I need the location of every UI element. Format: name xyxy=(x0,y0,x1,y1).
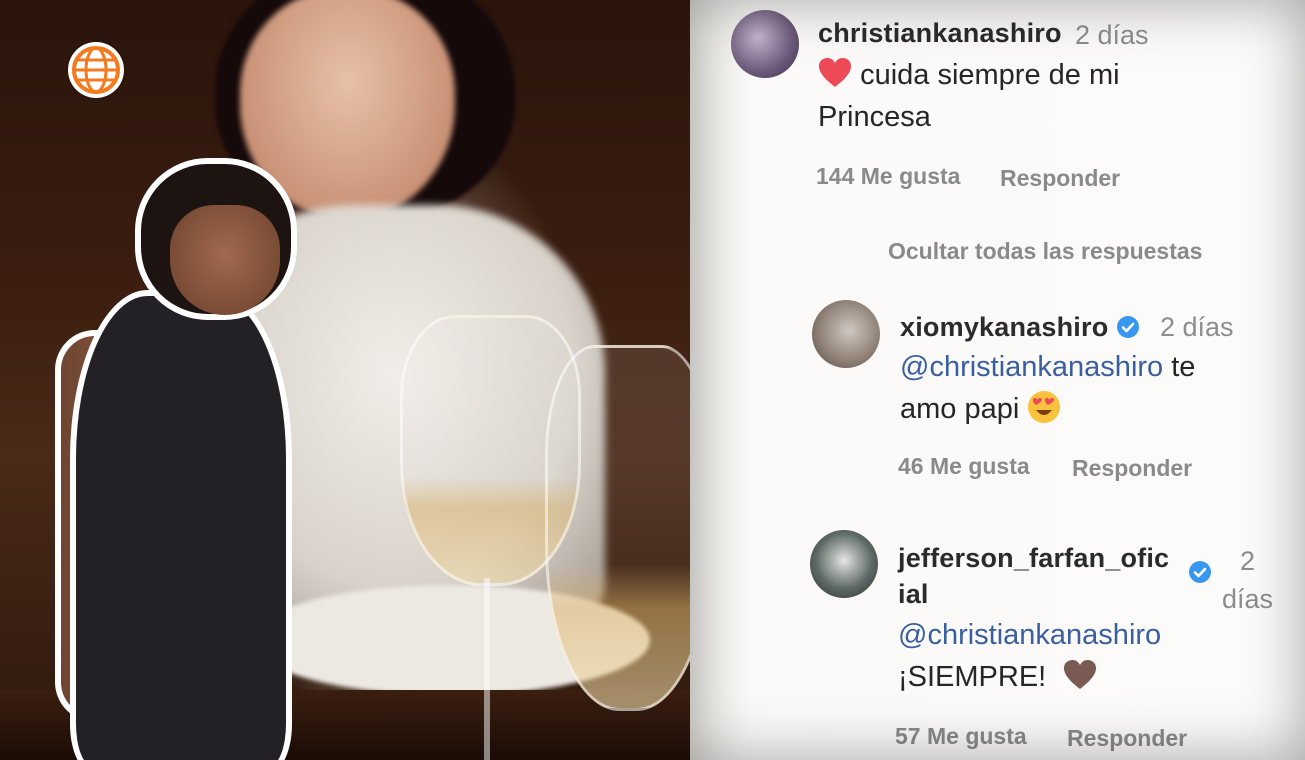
like-count[interactable]: 46 Me gusta xyxy=(898,453,1030,480)
avatar[interactable] xyxy=(812,300,880,368)
reply-time: 2 días xyxy=(1222,542,1273,618)
reply-time-line1: 2 xyxy=(1240,546,1256,576)
reply-username-line1[interactable]: jefferson_farfan_ofic xyxy=(898,543,1169,573)
reply-time: 2 días xyxy=(1160,312,1234,342)
comments-panel: christiankanashiro 2 días cuida siempre … xyxy=(690,0,1305,760)
reply-text: @christiankanashiro ¡SIEMPRE! xyxy=(898,614,1161,698)
reply-button[interactable]: Responder xyxy=(1000,165,1120,192)
man-face xyxy=(170,205,280,315)
like-count[interactable]: 57 Me gusta xyxy=(895,723,1027,750)
reply-text: @christiankanashiro te amo papi xyxy=(900,346,1195,430)
reply-username[interactable]: xiomykanashiro xyxy=(900,312,1140,343)
comment-time: 2 días xyxy=(1075,20,1149,50)
verified-badge-icon xyxy=(1189,561,1211,583)
comment-text-line2: Princesa xyxy=(818,101,931,133)
brown-heart-icon xyxy=(1064,660,1097,689)
verified-badge-icon xyxy=(1117,316,1140,338)
mention-link[interactable]: @christiankanashiro xyxy=(898,619,1161,651)
comment-username[interactable]: christiankanashiro xyxy=(818,18,1062,49)
reply-button[interactable]: Responder xyxy=(1072,455,1192,482)
reply-username-line2[interactable]: ial xyxy=(898,579,929,609)
like-count[interactable]: 144 Me gusta xyxy=(816,163,960,190)
wine-glass xyxy=(545,345,700,711)
heart-eyes-emoji-icon xyxy=(1028,391,1061,423)
background-photo xyxy=(0,0,700,760)
comment-text-line1: cuida siempre de mi xyxy=(860,59,1120,91)
reply-text-line2: amo papi xyxy=(900,393,1020,425)
wine-glass-stem xyxy=(484,578,490,760)
reply-button[interactable]: Responder xyxy=(1067,725,1187,752)
reply-text-after-mention: te xyxy=(1171,351,1196,383)
reply-username[interactable]: jefferson_farfan_ofic ial xyxy=(898,540,1208,612)
reply-time-line2: días xyxy=(1222,584,1274,614)
avatar[interactable] xyxy=(731,10,799,78)
hide-replies-button[interactable]: Ocultar todas las respuestas xyxy=(888,238,1202,265)
man-torso xyxy=(70,290,292,760)
mention-link[interactable]: @christiankanashiro xyxy=(900,351,1163,383)
man-cutout xyxy=(40,150,310,760)
red-heart-icon xyxy=(819,58,851,87)
comment-text: cuida siempre de mi Princesa xyxy=(818,54,1120,138)
avatar[interactable] xyxy=(810,530,878,598)
reply-username-text[interactable]: xiomykanashiro xyxy=(900,312,1108,342)
channel-logo-icon xyxy=(68,42,124,98)
reply-text-body: ¡SIEMPRE! xyxy=(898,661,1047,693)
